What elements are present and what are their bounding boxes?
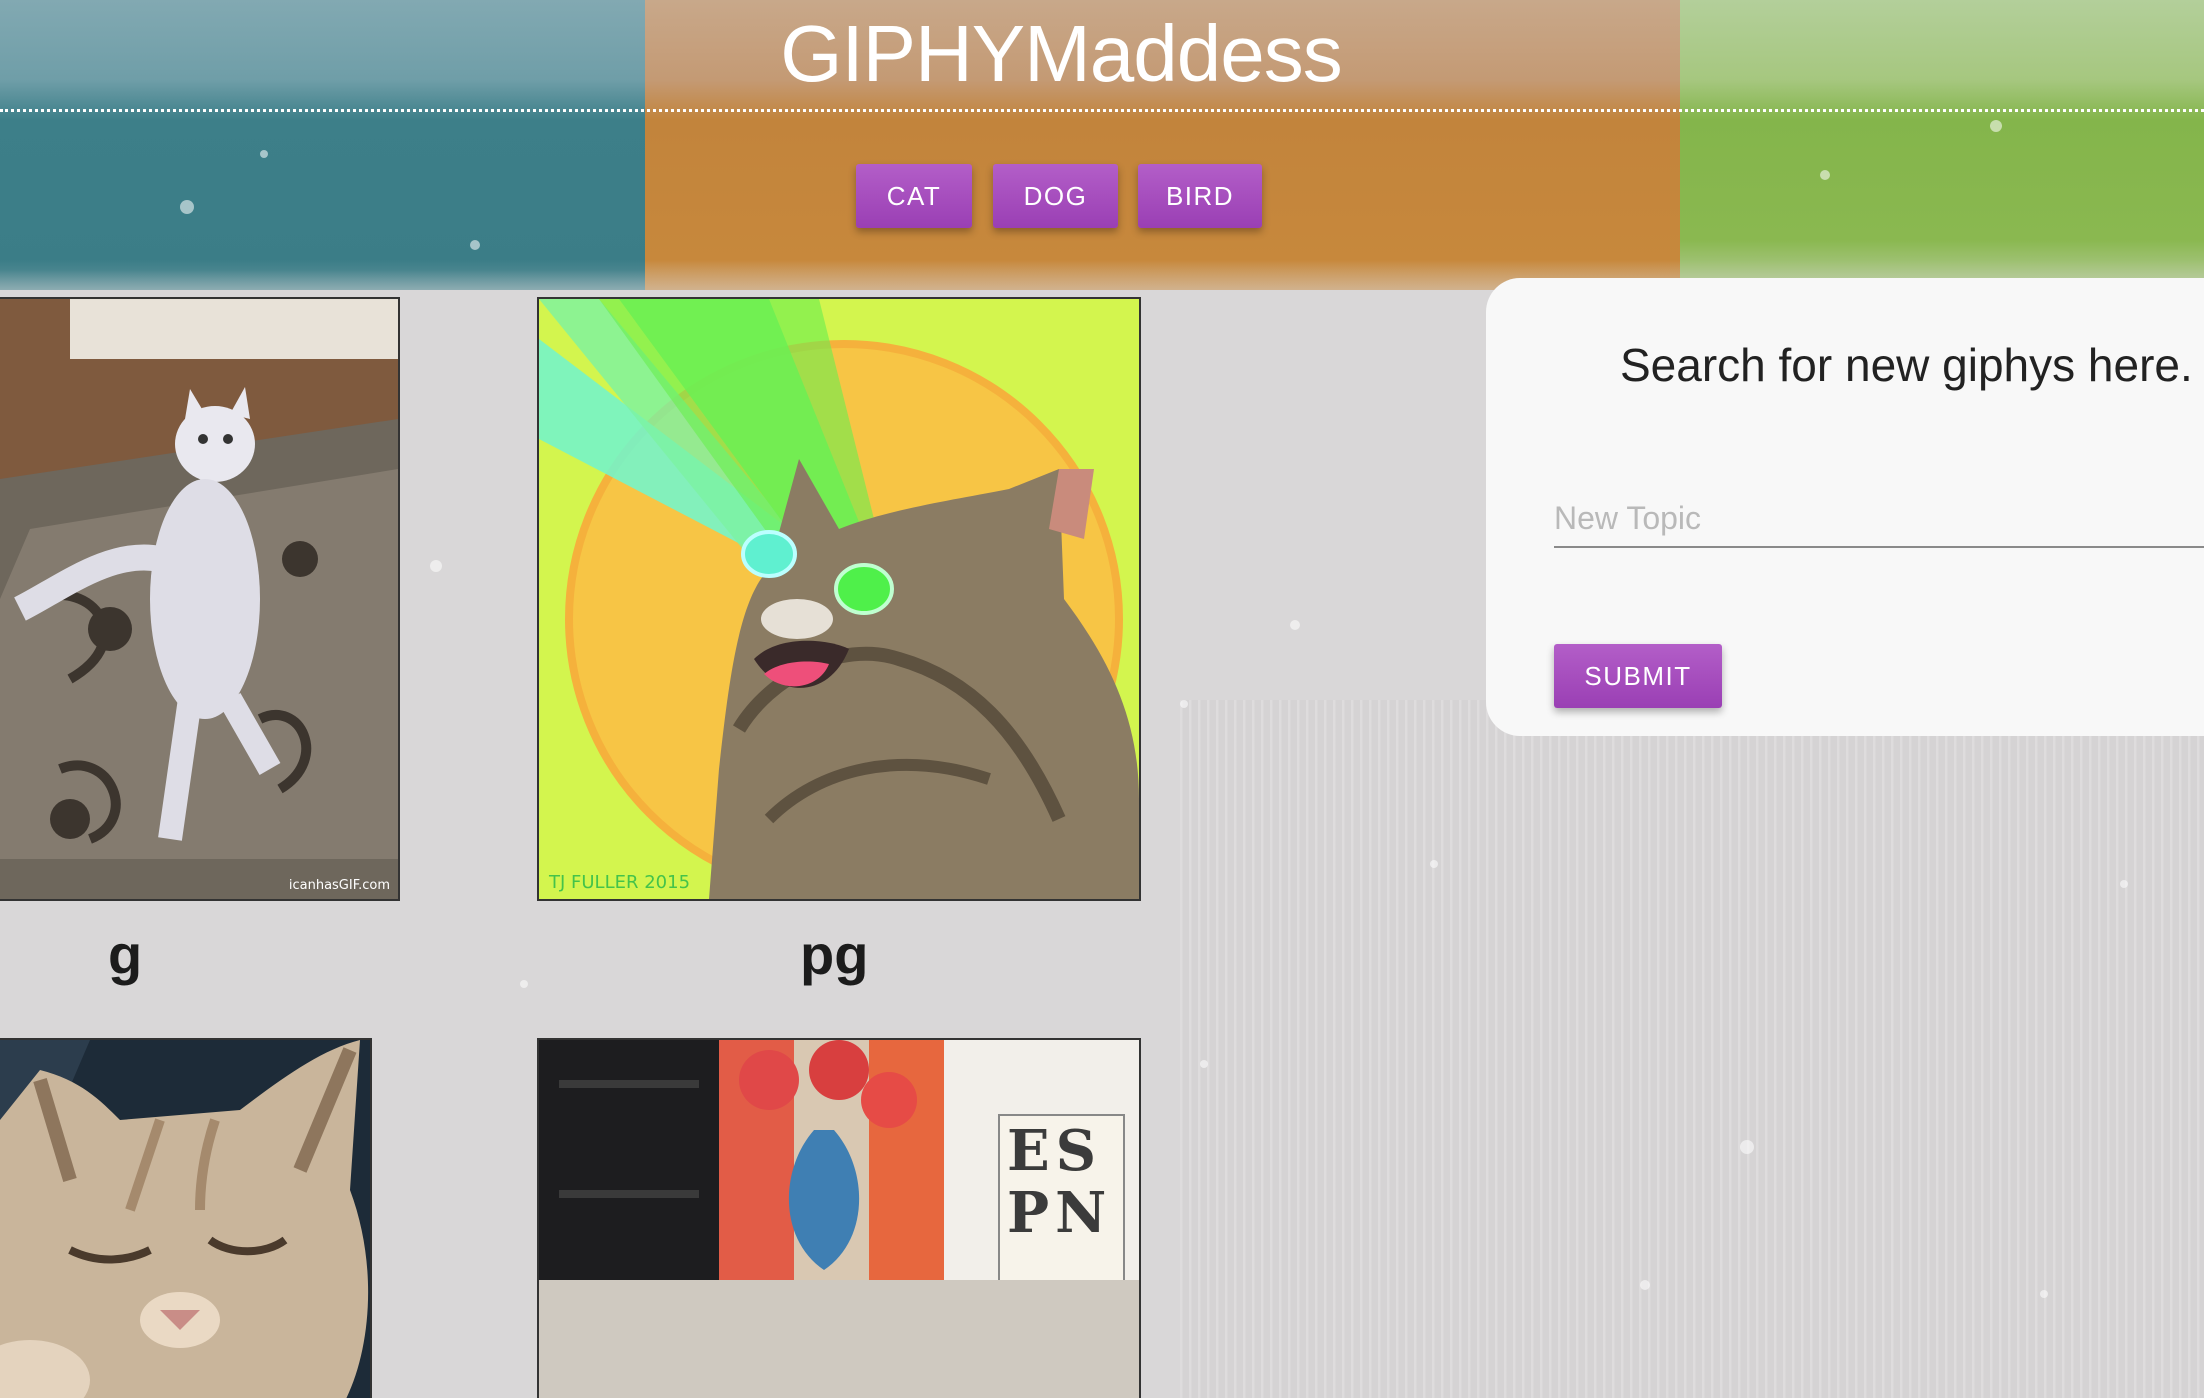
topic-button-cat[interactable]: CAT <box>856 164 972 228</box>
topic-button-bird[interactable]: BIRD <box>1138 164 1262 228</box>
search-card: Search for new giphys here. SUBMIT <box>1486 278 2204 736</box>
gif-watermark: icanhasGIF.com <box>288 878 390 893</box>
gif-rating: pg <box>800 923 869 986</box>
gif-image[interactable]: ES PN <box>537 1038 1141 1398</box>
search-title: Search for new giphys here. <box>1620 339 2193 391</box>
page-title: GIPHYMaddess <box>780 9 1343 98</box>
submit-button[interactable]: SUBMIT <box>1554 644 1722 708</box>
laser-cat-illustration <box>539 299 1139 899</box>
topic-button-bar: CAT DOG BIRD <box>0 164 2204 228</box>
sleepy-kitten-illustration <box>0 1040 370 1398</box>
book-title: ES PN <box>1007 1118 1113 1246</box>
topic-button-dog[interactable]: DOG <box>993 164 1118 228</box>
gif-rating: g <box>108 923 143 986</box>
new-topic-input[interactable] <box>1554 490 2204 548</box>
background-streaks <box>1180 700 2204 1398</box>
gif-image[interactable] <box>0 1038 372 1398</box>
gif-watermark: TJ FULLER 2015 <box>549 872 691 893</box>
header-divider <box>0 109 2204 112</box>
gif-image[interactable]: icanhasGIF.com <box>0 297 400 901</box>
gif-image[interactable]: TJ FULLER 2015 <box>537 297 1141 901</box>
cat-dancing-illustration <box>0 299 398 899</box>
